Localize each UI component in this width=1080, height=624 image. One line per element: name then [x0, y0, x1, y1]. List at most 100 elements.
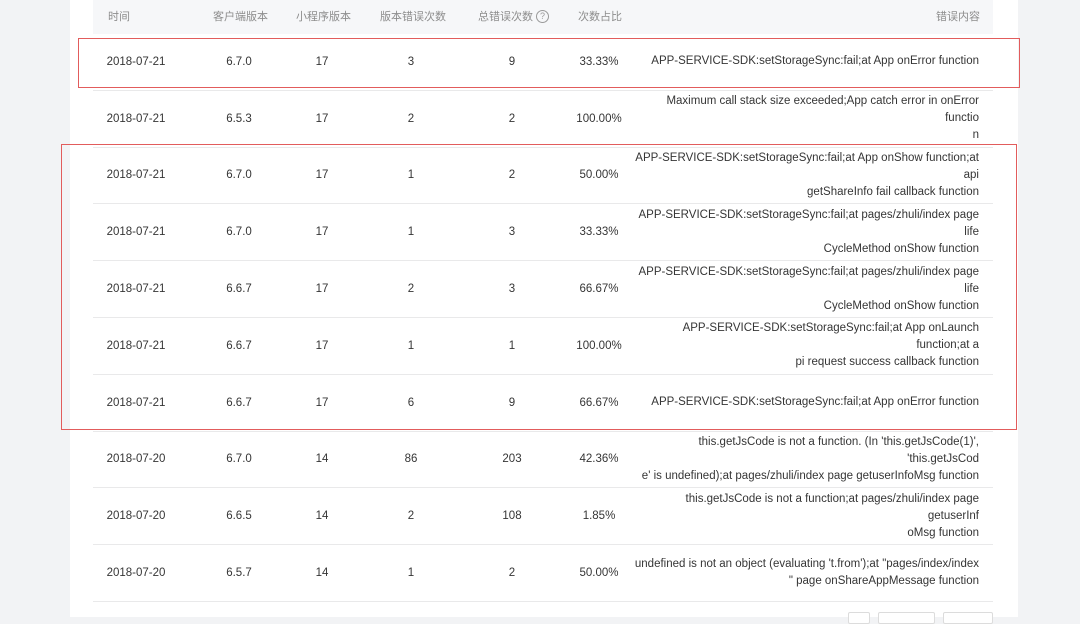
error-content-line-1: APP-SERVICE-SDK:setStorageSync:fail;at p… — [638, 208, 980, 238]
cell-version-errors: 86 — [404, 453, 418, 466]
table-row[interactable]: 2018-07-21 6.5.3 17 2 2 100.00% Maximum … — [93, 91, 993, 148]
cell-date: 2018-07-21 — [106, 283, 166, 296]
cell-mini-version: 17 — [315, 112, 329, 125]
cell-ratio: 66.67% — [579, 396, 619, 409]
header-ratio[interactable]: 次数占比 — [578, 0, 622, 34]
cell-client-version: 6.7.0 — [226, 55, 252, 68]
header-client-version[interactable]: 客户端版本 — [213, 0, 268, 34]
cell-client-version: 6.6.7 — [226, 283, 252, 296]
cell-total-errors: 9 — [508, 55, 516, 68]
help-circle-icon[interactable]: ? — [536, 9, 549, 23]
cell-version-errors: 6 — [407, 396, 415, 409]
cell-version-errors: 1 — [407, 169, 415, 182]
cell-client-version: 6.7.0 — [226, 226, 252, 239]
cell-version-errors: 1 — [407, 339, 415, 352]
header-total-errors[interactable]: 总错误次数? — [478, 0, 549, 34]
cell-error-content: this.getJsCode is not a function;at page… — [633, 488, 979, 544]
cell-error-content: APP-SERVICE-SDK:setStorageSync:fail;at A… — [633, 148, 979, 204]
error-content-line-2: e' is undefined);at pages/zhuli/index pa… — [641, 469, 979, 482]
cell-mini-version: 14 — [315, 453, 329, 466]
cell-ratio: 33.33% — [579, 55, 619, 68]
cell-version-errors: 2 — [407, 283, 415, 296]
table-row[interactable]: 2018-07-21 6.7.0 17 3 9 33.33% APP-SERVI… — [93, 34, 993, 91]
cell-client-version: 6.6.5 — [226, 510, 252, 523]
pagination-jump[interactable] — [943, 612, 993, 624]
table-row[interactable]: 2018-07-20 6.6.5 14 2 108 1.85% this.get… — [93, 488, 993, 546]
table-header: 时间 客户端版本 小程序版本 版本错误次数 总错误次数? 次数占比 错误内容 — [93, 0, 993, 34]
cell-ratio: 33.33% — [579, 226, 619, 239]
cell-client-version: 6.7.0 — [226, 169, 252, 182]
cell-date: 2018-07-21 — [106, 339, 166, 352]
cell-total-errors: 9 — [508, 396, 516, 409]
cell-error-content: Maximum call stack size exceeded;App cat… — [633, 91, 979, 147]
header-total-errors-label: 总错误次数 — [478, 11, 533, 23]
cell-error-content: this.getJsCode is not a function. (In 't… — [633, 432, 979, 488]
error-content-line-1: undefined is not an object (evaluating '… — [634, 558, 979, 571]
cell-mini-version: 17 — [315, 283, 329, 296]
error-content-line-1: APP-SERVICE-SDK:setStorageSync:fail;at A… — [682, 322, 979, 352]
cell-client-version: 6.6.7 — [226, 339, 252, 352]
cell-version-errors: 3 — [407, 55, 415, 68]
cell-mini-version: 17 — [315, 226, 329, 239]
cell-client-version: 6.5.7 — [226, 567, 252, 580]
error-content-line-1: APP-SERVICE-SDK:setStorageSync:fail;at A… — [635, 151, 979, 181]
cell-total-errors: 1 — [508, 339, 516, 352]
error-content-line-2: CycleMethod onShow function — [823, 299, 979, 312]
cell-version-errors: 1 — [407, 567, 415, 580]
cell-total-errors: 2 — [508, 169, 516, 182]
error-content-line-2: " page onShareAppMessage function — [788, 575, 979, 588]
cell-total-errors: 108 — [502, 510, 522, 523]
table-row[interactable]: 2018-07-21 6.7.0 17 1 2 50.00% APP-SERVI… — [93, 148, 993, 205]
cell-error-content: APP-SERVICE-SDK:setStorageSync:fail;at A… — [633, 375, 979, 431]
error-content-line-2: pi request success callback function — [795, 356, 979, 369]
cell-mini-version: 14 — [315, 510, 329, 523]
cell-mini-version: 14 — [315, 567, 329, 580]
cell-error-content: undefined is not an object (evaluating '… — [633, 545, 979, 601]
cell-version-errors: 2 — [407, 510, 415, 523]
cell-version-errors: 1 — [407, 226, 415, 239]
header-content[interactable]: 错误内容 — [936, 0, 980, 34]
pagination-page-size[interactable] — [878, 612, 935, 624]
cell-date: 2018-07-21 — [106, 226, 166, 239]
cell-date: 2018-07-20 — [106, 453, 166, 466]
error-content-line-1: APP-SERVICE-SDK:setStorageSync:fail;at A… — [651, 55, 979, 68]
cell-client-version: 6.7.0 — [226, 453, 252, 466]
table-row[interactable]: 2018-07-20 6.5.7 14 1 2 50.00% undefined… — [93, 545, 993, 602]
cell-date: 2018-07-20 — [106, 510, 166, 523]
table-row[interactable]: 2018-07-21 6.6.7 17 1 1 100.00% APP-SERV… — [93, 318, 993, 375]
error-content-line-2: n — [972, 129, 979, 142]
error-content-line-1: this.getJsCode is not a function. (In 't… — [698, 435, 979, 465]
cell-ratio: 42.36% — [579, 453, 619, 466]
table-row[interactable]: 2018-07-21 6.6.7 17 6 9 66.67% APP-SERVI… — [93, 375, 993, 432]
cell-error-content: APP-SERVICE-SDK:setStorageSync:fail;at p… — [633, 261, 980, 317]
error-content-line-1: this.getJsCode is not a function;at page… — [685, 492, 979, 522]
table-row[interactable]: 2018-07-21 6.6.7 17 2 3 66.67% APP-SERVI… — [93, 261, 993, 318]
error-content-line-2: getShareInfo fail callback function — [807, 185, 979, 198]
cell-total-errors: 203 — [502, 453, 522, 466]
cell-date: 2018-07-20 — [106, 567, 166, 580]
cell-mini-version: 17 — [315, 169, 329, 182]
cell-ratio: 50.00% — [579, 169, 619, 182]
cell-error-content: APP-SERVICE-SDK:setStorageSync:fail;at p… — [633, 204, 980, 260]
cell-total-errors: 3 — [508, 283, 516, 296]
cell-date: 2018-07-21 — [106, 169, 166, 182]
cell-date: 2018-07-21 — [106, 55, 166, 68]
table-row[interactable]: 2018-07-21 6.7.0 17 1 3 33.33% APP-SERVI… — [93, 204, 993, 262]
cell-error-content: APP-SERVICE-SDK:setStorageSync:fail;at A… — [633, 318, 979, 374]
cell-client-version: 6.6.7 — [226, 396, 252, 409]
cell-client-version: 6.5.3 — [226, 112, 252, 125]
cell-version-errors: 2 — [407, 112, 415, 125]
cell-date: 2018-07-21 — [106, 396, 166, 409]
cell-mini-version: 17 — [315, 339, 329, 352]
cell-mini-version: 17 — [315, 396, 329, 409]
error-content-line-1: APP-SERVICE-SDK:setStorageSync:fail;at p… — [638, 265, 980, 295]
error-content-line-1: APP-SERVICE-SDK:setStorageSync:fail;at A… — [651, 396, 979, 409]
cell-date: 2018-07-21 — [106, 112, 166, 125]
pagination-prev-button[interactable] — [848, 612, 870, 624]
table-row[interactable]: 2018-07-20 6.7.0 14 86 203 42.36% this.g… — [93, 432, 993, 489]
header-mini-version[interactable]: 小程序版本 — [296, 0, 351, 34]
header-time[interactable]: 时间 — [108, 0, 130, 34]
error-content-line-2: oMsg function — [907, 526, 979, 539]
header-version-errors[interactable]: 版本错误次数 — [380, 0, 446, 34]
cell-error-content: APP-SERVICE-SDK:setStorageSync:fail;at A… — [633, 34, 979, 90]
